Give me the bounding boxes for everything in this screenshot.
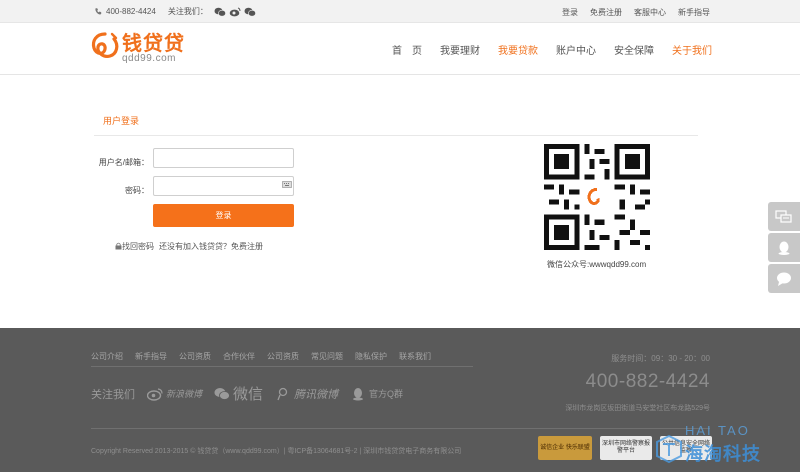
- logo-domain: qdd99.com: [122, 53, 176, 64]
- nav-security[interactable]: 安全保障: [614, 42, 654, 57]
- follow-label: 关注我们：: [167, 7, 208, 16]
- footer-divider: [91, 366, 473, 367]
- footer-link-contact[interactable]: 联系我们: [399, 351, 431, 362]
- login-title: 用户登录: [103, 116, 140, 126]
- nav-home[interactable]: 首 页: [392, 42, 422, 57]
- weixin-label: 微信: [233, 386, 264, 403]
- qq-group-label: 官方Q群: [369, 389, 404, 399]
- nav-about[interactable]: 关于我们: [672, 42, 712, 57]
- register-link[interactable]: 免费注册: [590, 7, 622, 18]
- chat-icon[interactable]: [768, 202, 800, 231]
- message-icon[interactable]: [768, 264, 800, 293]
- side-float-bar: [768, 202, 800, 293]
- username-input[interactable]: [153, 148, 294, 168]
- watermark: HAI TAO 海淘科技: [655, 423, 795, 468]
- main-nav: 首 页 我要理财 我要贷款 账户中心 安全保障 关于我们: [392, 42, 712, 57]
- qr-code: [544, 144, 650, 250]
- footer-link-qualification-2[interactable]: 公司资质: [267, 351, 299, 362]
- qq-group-icon: [353, 387, 364, 400]
- footer-divider-2: [91, 428, 710, 429]
- footer-link-privacy[interactable]: 隐私保护: [355, 351, 387, 362]
- username-label: 用户名/邮箱：: [98, 158, 149, 167]
- sina-weibo-icon: [147, 387, 163, 401]
- weibo-icon[interactable]: [229, 7, 241, 17]
- footer-link-qualification[interactable]: 公司资质: [179, 351, 211, 362]
- badge-cyber-police[interactable]: 深圳市网络警察报警平台: [600, 436, 652, 460]
- qr-caption: 微信公众号:wwwqdd99.com: [547, 260, 647, 269]
- footer-address: 深圳市龙岗区坂田街道马安堂社区布龙路529号: [565, 405, 710, 412]
- nav-borrow[interactable]: 我要贷款: [498, 42, 538, 57]
- sina-weibo-label: 新浪微博: [166, 389, 203, 399]
- logo[interactable]: 钱贷贷 qdd99.com: [90, 31, 185, 65]
- free-register-link[interactable]: 还没有加入钱贷贷？免费注册: [159, 241, 263, 252]
- login-button[interactable]: 登录: [153, 204, 294, 227]
- footer-links: 公司介绍 新手指导 公司资质 合作伙伴 公司资质 常见问题 隐私保护 联系我们: [91, 351, 431, 362]
- keyboard-icon[interactable]: [282, 181, 292, 188]
- header: 钱贷贷 qdd99.com 首 页 我要理财 我要贷款 账户中心 安全保障 关于…: [0, 24, 800, 75]
- nav-invest[interactable]: 我要理财: [440, 42, 480, 57]
- qq-group-link[interactable]: 官方Q群: [350, 387, 403, 401]
- weixin-footer-icon: [214, 387, 230, 400]
- tencent-weibo-link[interactable]: 腾讯微博: [275, 386, 338, 402]
- forgot-password-link[interactable]: 找回密码: [122, 241, 154, 252]
- logo-name: 钱贷贷: [122, 31, 185, 55]
- logo-mark-icon: [91, 32, 119, 58]
- nav-account[interactable]: 账户中心: [556, 42, 596, 57]
- sina-weibo-link[interactable]: 新浪微博: [147, 387, 202, 401]
- phone-icon: [95, 8, 102, 15]
- top-phone: 400-882-4424: [106, 7, 156, 16]
- top-bar-links: 登录 免费注册 客服中心 新手指导: [562, 7, 710, 18]
- divider: [94, 135, 698, 136]
- service-center-link[interactable]: 客服中心: [634, 7, 666, 18]
- weixin-friends-icon[interactable]: [244, 7, 256, 17]
- weixin-icon[interactable]: [214, 7, 226, 17]
- top-bar-contact: 400-882-4424 关注我们：: [94, 6, 256, 17]
- qq-icon[interactable]: [768, 233, 800, 262]
- watermark-top: HAI TAO: [685, 423, 750, 438]
- password-label: 密码：: [125, 186, 149, 195]
- footer-follow-label: 关注我们: [91, 388, 135, 401]
- watermark-main: 海淘科技: [685, 444, 761, 464]
- footer-link-faq[interactable]: 常见问题: [311, 351, 343, 362]
- weixin-link[interactable]: 微信: [214, 383, 263, 404]
- tencent-weibo-label: 腾讯微博: [294, 388, 339, 401]
- badge-integrity[interactable]: 诚信企业 快乐联盟: [538, 436, 592, 460]
- footer-link-guide[interactable]: 新手指导: [135, 351, 167, 362]
- login-section: 用户登录: [0, 76, 800, 328]
- beginner-guide-link[interactable]: 新手指导: [678, 7, 710, 18]
- footer-link-about[interactable]: 公司介绍: [91, 351, 123, 362]
- top-bar: 400-882-4424 关注我们： 登录 免费注册 客服中心 新手指导: [0, 0, 800, 23]
- copyright: Copyright Reserved 2013-2015 © 钱贷贷（www.q…: [91, 448, 462, 455]
- footer-hotline: 400-882-4424: [585, 371, 710, 392]
- footer-link-partners[interactable]: 合作伙伴: [223, 351, 255, 362]
- watermark-logo-icon: [656, 434, 682, 464]
- password-input[interactable]: [153, 176, 294, 196]
- tencent-weibo-icon: [277, 387, 288, 400]
- service-hours: 服务时间：09：30 - 20：00: [611, 354, 710, 363]
- login-link[interactable]: 登录: [562, 7, 578, 18]
- footer-follow: 关注我们 新浪微博 微信 腾讯微博 官方Q群: [91, 383, 403, 404]
- lock-icon: [115, 242, 122, 250]
